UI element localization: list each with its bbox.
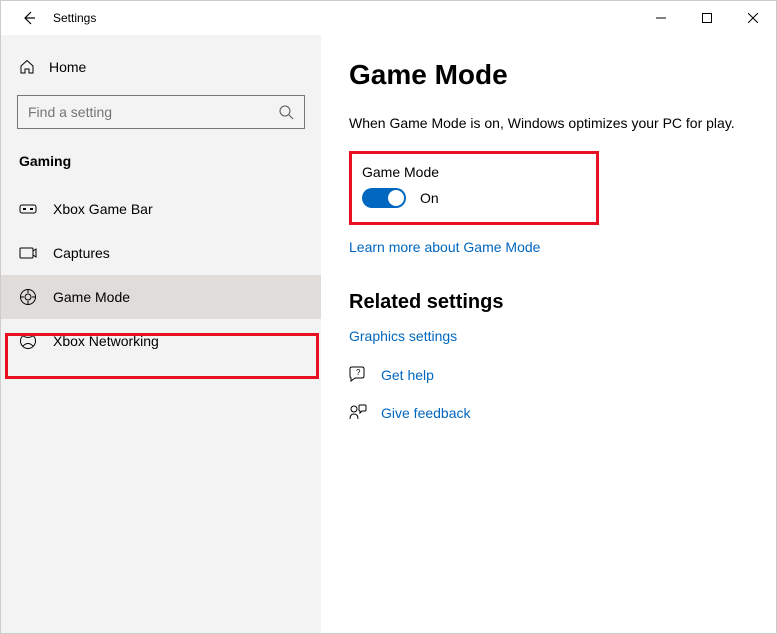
- toggle-state: On: [420, 190, 439, 206]
- learn-more-link[interactable]: Learn more about Game Mode: [349, 239, 540, 255]
- sidebar-item-home[interactable]: Home: [1, 47, 321, 87]
- game-mode-box: Game Mode On: [349, 151, 599, 225]
- sidebar-item-game-mode[interactable]: Game Mode: [1, 275, 321, 319]
- maximize-button[interactable]: [684, 1, 730, 35]
- body: Home Gaming Xbox Game Bar: [1, 35, 776, 633]
- svg-text:?: ?: [356, 368, 361, 377]
- captures-icon: [19, 244, 37, 262]
- minimize-icon: [656, 13, 666, 23]
- help-icon: ?: [349, 366, 367, 384]
- feedback-icon: [349, 404, 367, 422]
- sidebar-item-label: Xbox Game Bar: [53, 201, 153, 217]
- search-wrap: [1, 87, 321, 145]
- home-icon: [19, 59, 35, 75]
- sidebar-item-captures[interactable]: Captures: [1, 231, 321, 275]
- give-feedback-row[interactable]: Give feedback: [349, 404, 746, 422]
- toggle-row: On: [362, 188, 586, 208]
- sidebar: Home Gaming Xbox Game Bar: [1, 35, 321, 633]
- titlebar-left: Settings: [1, 1, 96, 35]
- search-input[interactable]: [17, 95, 305, 129]
- toggle-label: Game Mode: [362, 164, 586, 180]
- sidebar-inner: Home Gaming Xbox Game Bar: [1, 35, 321, 363]
- game-mode-toggle[interactable]: [362, 188, 406, 208]
- window-title: Settings: [53, 11, 96, 25]
- page-description: When Game Mode is on, Windows optimizes …: [349, 115, 746, 131]
- sidebar-home-label: Home: [49, 59, 86, 75]
- window-controls: [638, 1, 776, 35]
- close-icon: [748, 13, 758, 23]
- sidebar-item-label: Captures: [53, 245, 110, 261]
- back-button[interactable]: [9, 1, 49, 35]
- game-bar-icon: [19, 200, 37, 218]
- graphics-settings-link[interactable]: Graphics settings: [349, 328, 457, 344]
- related-heading: Related settings: [349, 291, 746, 314]
- content: Game Mode When Game Mode is on, Windows …: [321, 35, 776, 633]
- get-help-row[interactable]: ? Get help: [349, 366, 746, 384]
- sidebar-item-label: Game Mode: [53, 289, 130, 305]
- arrow-left-icon: [21, 10, 37, 26]
- settings-window: Settings Home: [1, 1, 776, 633]
- sidebar-item-xbox-networking[interactable]: Xbox Networking: [1, 319, 321, 363]
- close-button[interactable]: [730, 1, 776, 35]
- page-title: Game Mode: [349, 59, 746, 91]
- give-feedback-link[interactable]: Give feedback: [381, 405, 471, 421]
- xbox-icon: [19, 332, 37, 350]
- sidebar-section-title: Gaming: [1, 145, 321, 187]
- search-icon: [278, 104, 294, 120]
- minimize-button[interactable]: [638, 1, 684, 35]
- get-help-link[interactable]: Get help: [381, 367, 434, 383]
- search-field[interactable]: [28, 104, 278, 120]
- titlebar: Settings: [1, 1, 776, 35]
- sidebar-item-xbox-game-bar[interactable]: Xbox Game Bar: [1, 187, 321, 231]
- maximize-icon: [702, 13, 712, 23]
- toggle-knob: [388, 190, 404, 206]
- game-mode-icon: [19, 288, 37, 306]
- sidebar-item-label: Xbox Networking: [53, 333, 159, 349]
